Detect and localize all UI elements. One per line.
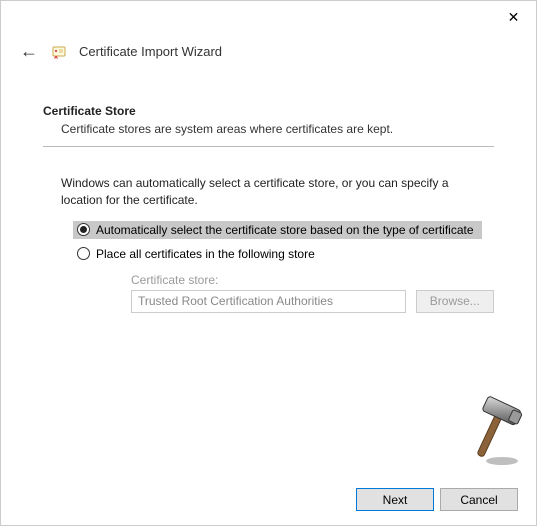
section-heading: Certificate Store <box>43 104 494 118</box>
hammer-watermark-icon <box>464 387 524 467</box>
store-row: Browse... <box>131 290 494 313</box>
intro-text: Windows can automatically select a certi… <box>61 175 476 209</box>
radio-group: Automatically select the certificate sto… <box>73 221 494 313</box>
browse-button: Browse... <box>416 290 494 313</box>
back-arrow-icon[interactable]: ← <box>19 41 39 62</box>
wizard-header: ← Certificate Import Wizard <box>1 33 536 74</box>
certificate-store-section: Certificate store: Browse... <box>131 273 494 313</box>
cancel-button[interactable]: Cancel <box>440 488 518 511</box>
radio-auto-label: Automatically select the certificate sto… <box>96 223 474 237</box>
wizard-content: Certificate Store Certificate stores are… <box>1 74 536 313</box>
close-button[interactable]: ✕ <box>491 2 536 32</box>
title-bar: ✕ <box>1 1 536 33</box>
radio-manual-label: Place all certificates in the following … <box>96 247 315 261</box>
wizard-footer: Next Cancel <box>356 488 518 511</box>
divider <box>43 146 494 147</box>
next-button[interactable]: Next <box>356 488 434 511</box>
certificate-store-input <box>131 290 406 313</box>
close-icon: ✕ <box>508 9 520 26</box>
radio-icon <box>77 247 90 260</box>
store-label: Certificate store: <box>131 273 494 287</box>
radio-icon <box>77 223 90 236</box>
radio-auto-select[interactable]: Automatically select the certificate sto… <box>73 221 482 239</box>
radio-manual-select[interactable]: Place all certificates in the following … <box>73 245 494 263</box>
certificate-icon <box>51 44 67 60</box>
section-description: Certificate stores are system areas wher… <box>61 122 494 136</box>
wizard-title: Certificate Import Wizard <box>79 44 222 59</box>
